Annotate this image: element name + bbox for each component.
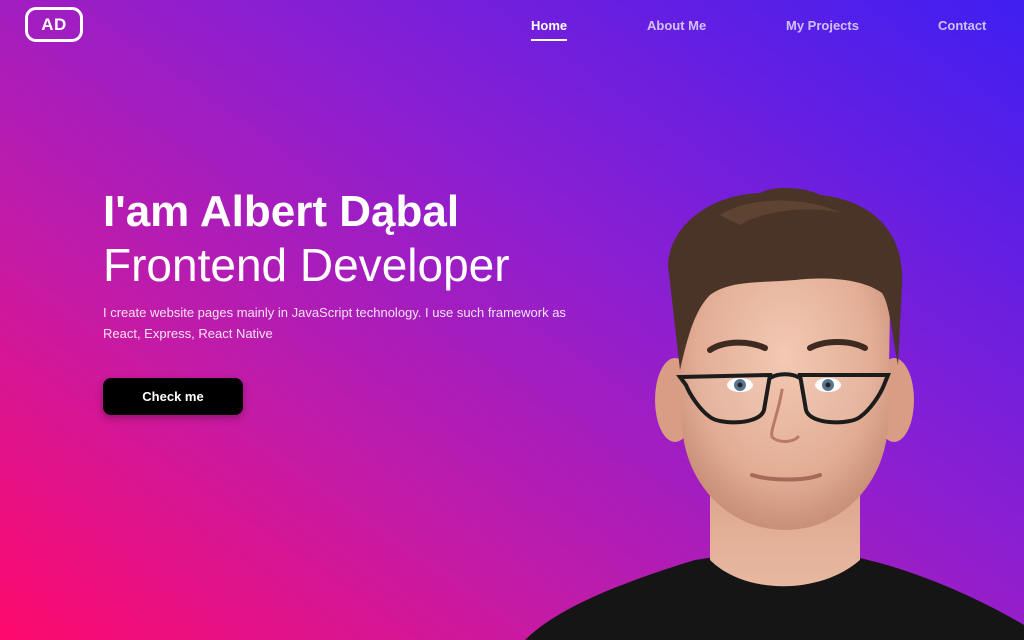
nav-my-projects[interactable]: My Projects — [786, 18, 859, 39]
portrait-photo — [525, 187, 1024, 640]
hero-heading: I'am Albert Dąbal — [103, 187, 460, 236]
hero-section: I'am Albert Dąbal Frontend Developer I c… — [103, 186, 583, 344]
hero-subheading: Frontend Developer — [103, 239, 510, 291]
hero-description: I create website pages mainly in JavaScr… — [103, 305, 566, 341]
check-me-button[interactable]: Check me — [103, 378, 243, 415]
nav-home[interactable]: Home — [531, 18, 568, 41]
nav-contact[interactable]: Contact — [938, 18, 986, 39]
main-nav: Home About Me My Projects Contact — [0, 18, 1024, 48]
nav-about-me[interactable]: About Me — [647, 18, 706, 39]
